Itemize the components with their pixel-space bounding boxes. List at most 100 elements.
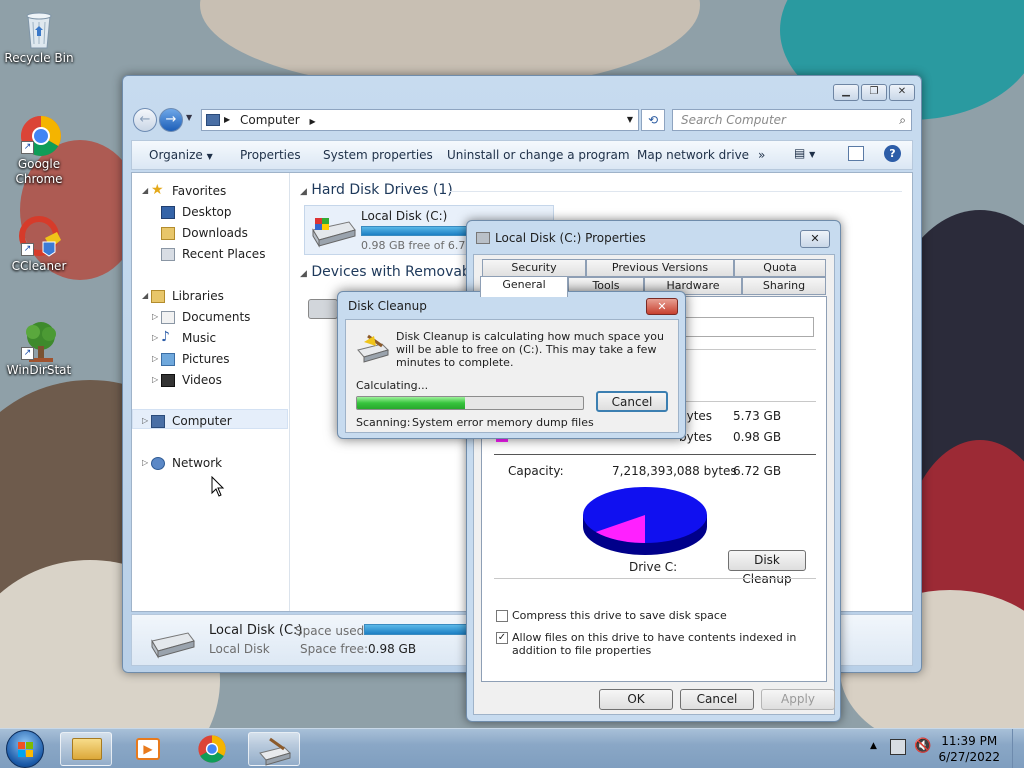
system-clock[interactable]: 11:39 PM 6/27/2022: [938, 733, 1000, 765]
pictures-icon: [161, 353, 175, 366]
compress-label: Compress this drive to save disk space: [512, 609, 727, 622]
nav-favorites[interactable]: ★ Favorites: [151, 182, 226, 198]
change-view-icon[interactable]: ▤ ▼: [794, 146, 815, 160]
desktop-icon-recycle-bin[interactable]: Recycle Bin: [4, 8, 74, 66]
address-field[interactable]: ▶ Computer ▶ ▼: [201, 109, 639, 131]
system-properties-button[interactable]: System properties: [323, 148, 433, 162]
desktop-icon-label: Recycle Bin: [4, 51, 74, 65]
uninstall-program-button[interactable]: Uninstall or change a program: [447, 148, 630, 162]
navigation-pane: ◢ ★ Favorites Desktop Downloads Recent Pl…: [132, 173, 290, 611]
tab-quota[interactable]: Quota: [734, 259, 826, 277]
nav-videos[interactable]: Videos: [161, 373, 222, 387]
show-hidden-icons-button[interactable]: ▲: [870, 741, 877, 751]
desktop-icon-ccleaner[interactable]: ↗ CCleaner: [4, 216, 74, 274]
start-button[interactable]: [6, 730, 44, 768]
recent-pages-dropdown[interactable]: ▼: [186, 113, 192, 122]
nav-computer[interactable]: Computer: [151, 414, 232, 428]
nav-network[interactable]: Network: [151, 456, 222, 470]
capacity-bytes: 7,218,393,088 bytes: [612, 464, 737, 478]
computer-icon: [206, 114, 220, 126]
tab-general[interactable]: General: [480, 276, 568, 297]
cancel-button[interactable]: Cancel: [680, 689, 754, 710]
nav-downloads[interactable]: Downloads: [161, 226, 248, 240]
tab-security[interactable]: Security: [482, 259, 586, 277]
expand-triangle-icon[interactable]: ▷: [152, 375, 158, 384]
expand-triangle-icon[interactable]: ◢: [142, 186, 148, 195]
cleanup-title: Disk Cleanup: [348, 299, 427, 313]
disk-cleanup-button[interactable]: Disk Cleanup: [728, 550, 806, 586]
desktop-icon-google-chrome[interactable]: ↗ Google Chrome: [4, 114, 74, 187]
windows-logo-icon: [18, 742, 33, 757]
expand-triangle-icon[interactable]: ▷: [142, 416, 148, 425]
cleanup-close-button[interactable]: ✕: [646, 298, 678, 315]
taskbar-disk-cleanup-button[interactable]: [248, 732, 300, 766]
back-button[interactable]: ←: [133, 108, 157, 132]
refresh-button[interactable]: ⟲: [641, 109, 665, 131]
expand-triangle-icon[interactable]: ▷: [152, 312, 158, 321]
apply-button[interactable]: Apply: [761, 689, 835, 710]
shortcut-arrow-icon: ↗: [21, 243, 34, 256]
computer-icon: [151, 415, 165, 428]
scanning-label: Scanning:: [356, 416, 411, 429]
command-bar: Organize ▼ Properties System properties …: [131, 140, 913, 170]
compress-checkbox[interactable]: [496, 610, 508, 622]
properties-button[interactable]: Properties: [240, 148, 301, 162]
nav-desktop[interactable]: Desktop: [161, 205, 232, 219]
breadcrumb-arrow-icon: ▶: [224, 115, 231, 124]
cleanup-message: Disk Cleanup is calculating how much spa…: [396, 330, 664, 369]
taskbar-explorer-button[interactable]: [60, 732, 112, 766]
help-icon[interactable]: ?: [884, 145, 901, 162]
taskbar-chrome-button[interactable]: [186, 732, 238, 766]
volume-muted-icon[interactable]: 🔇: [914, 738, 931, 754]
cleanup-cancel-button[interactable]: Cancel: [596, 391, 668, 412]
windirstat-icon: ↗: [19, 320, 59, 362]
index-checkbox[interactable]: ✓: [496, 632, 508, 644]
taskbar-media-player-button[interactable]: ▶: [122, 732, 174, 766]
network-tray-icon[interactable]: [890, 739, 906, 755]
ccleaner-icon: ↗: [19, 216, 61, 257]
calculating-label: Calculating...: [356, 379, 429, 392]
minimize-button[interactable]: ▁: [833, 84, 859, 101]
preview-pane-icon[interactable]: [848, 146, 864, 161]
properties-close-button[interactable]: ✕: [800, 230, 830, 248]
search-input[interactable]: Search Computer ⌕: [672, 109, 912, 131]
ok-button[interactable]: OK: [599, 689, 673, 710]
scanning-item: System error memory dump files: [412, 416, 594, 429]
recent-places-icon: [161, 248, 175, 261]
folder-icon: [72, 738, 102, 760]
expand-triangle-icon[interactable]: ◢: [142, 291, 148, 300]
free-space-gb: 0.98 GB: [733, 430, 782, 444]
close-button[interactable]: ✕: [889, 84, 915, 101]
removable-devices-header[interactable]: ◢ Devices with Removable: [300, 264, 483, 280]
expand-triangle-icon[interactable]: ▷: [152, 333, 158, 342]
desktop-icon-windirstat[interactable]: ↗ WinDirStat: [4, 320, 74, 378]
expand-triangle-icon[interactable]: ▷: [152, 354, 158, 363]
nav-recent-places[interactable]: Recent Places: [161, 247, 265, 261]
drive-name: Local Disk (C:): [361, 209, 448, 223]
more-commands-button[interactable]: »: [758, 148, 765, 162]
recycle-bin-icon: [19, 8, 59, 49]
nav-music[interactable]: ♪ Music: [161, 329, 216, 345]
nav-pictures[interactable]: Pictures: [161, 352, 230, 366]
forward-button[interactable]: →: [159, 108, 183, 132]
hard-disk-drives-header[interactable]: ◢ Hard Disk Drives (1): [300, 182, 453, 198]
nav-libraries[interactable]: Libraries: [151, 289, 224, 303]
section-divider: [450, 191, 902, 192]
tab-previous-versions[interactable]: Previous Versions: [586, 259, 734, 277]
expand-triangle-icon[interactable]: ▷: [142, 458, 148, 467]
drive-c-label: Drive C:: [629, 560, 678, 574]
cleanup-progress-bar: [356, 396, 584, 410]
nav-documents[interactable]: Documents: [161, 310, 250, 324]
chrome-icon: [198, 735, 226, 763]
breadcrumb-computer[interactable]: Computer: [240, 113, 300, 127]
disk-cleanup-icon: [356, 334, 389, 363]
show-desktop-button[interactable]: [1012, 729, 1024, 768]
organize-menu[interactable]: Organize ▼: [149, 148, 213, 162]
maximize-button[interactable]: ❐: [861, 84, 887, 101]
map-network-drive-button[interactable]: Map network drive: [637, 148, 749, 162]
space-used-bar: [364, 624, 474, 635]
address-dropdown-icon[interactable]: ▼: [627, 110, 633, 130]
tab-sharing[interactable]: Sharing: [742, 277, 826, 295]
drive-small-icon: [476, 232, 490, 244]
cleanup-progress-fill: [357, 397, 466, 409]
